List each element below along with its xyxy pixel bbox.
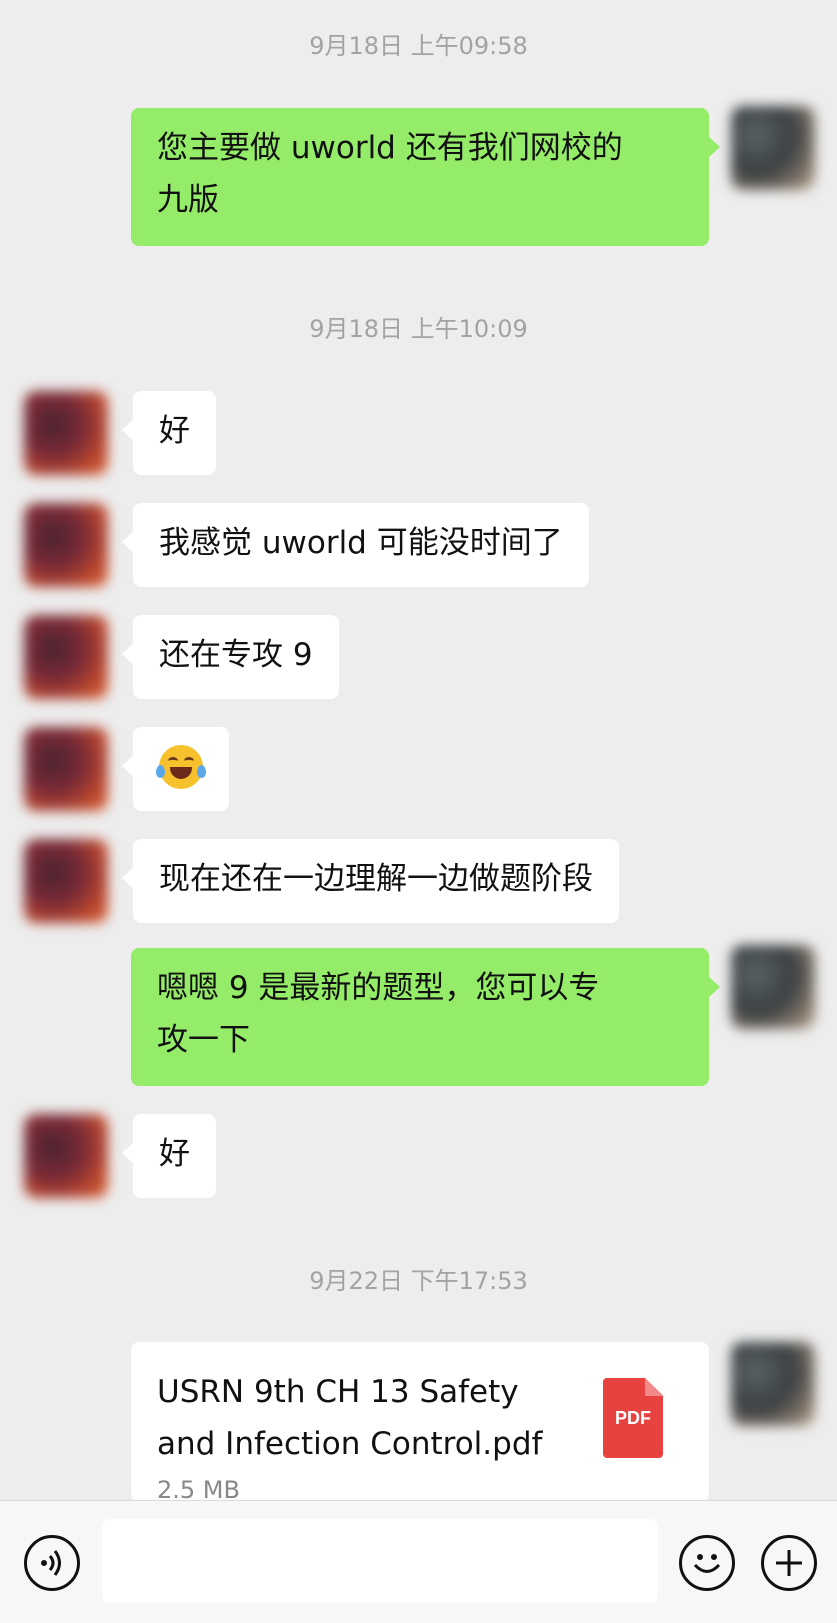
outgoing-message[interactable]: 您主要做 uworld 还有我们网校的 九版 [131, 108, 720, 246]
timestamp: 9月18日 上午09:58 [309, 32, 528, 60]
file-name: USRN 9th CH 13 Safety and Infection Cont… [157, 1366, 557, 1470]
incoming-message[interactable]: 还在专攻 9 [122, 615, 339, 699]
message-text-line: 您主要做 uworld 还有我们网校的 [157, 130, 623, 166]
my-avatar[interactable] [731, 945, 815, 1029]
my-avatar[interactable] [731, 1342, 815, 1426]
contact-avatar[interactable] [24, 727, 108, 811]
file-name-line: USRN 9th CH 13 Safety [157, 1374, 519, 1410]
incoming-message[interactable]: 好 [122, 1114, 216, 1198]
file-name-line: and Infection Control.pdf [157, 1426, 543, 1462]
timestamp: 9月22日 下午17:53 [309, 1267, 528, 1295]
my-avatar[interactable] [731, 106, 815, 190]
chat-input-bar [0, 1500, 837, 1623]
file-message[interactable]: USRN 9th CH 13 Safety and Infection Cont… [131, 1342, 709, 1502]
contact-avatar[interactable] [24, 615, 108, 699]
message-text: 好 [159, 413, 190, 449]
emoji-icon [693, 1554, 721, 1573]
more-options-button[interactable] [761, 1535, 817, 1591]
contact-avatar[interactable] [24, 839, 108, 923]
message-text-line: 攻一下 [157, 1022, 250, 1058]
voice-icon [41, 1550, 61, 1576]
incoming-message[interactable]: 现在还在一边理解一边做题阶段 [122, 839, 619, 923]
message-input[interactable] [102, 1519, 658, 1603]
outgoing-message[interactable]: 嗯嗯 9 是最新的题型，您可以专 攻一下 [131, 948, 720, 1086]
contact-avatar[interactable] [24, 503, 108, 587]
pdf-type-label: PDF [615, 1408, 651, 1428]
message-text-line: 嗯嗯 9 是最新的题型，您可以专 [157, 970, 600, 1006]
message-text: 我感觉 uworld 可能没时间了 [159, 525, 563, 561]
message-text-line: 九版 [157, 182, 219, 218]
contact-avatar[interactable] [24, 1114, 108, 1198]
file-size: 2.5 MB [157, 1476, 240, 1502]
emoji-button[interactable] [679, 1535, 735, 1591]
voice-input-button[interactable] [24, 1535, 80, 1591]
message-text: 还在专攻 9 [159, 637, 313, 673]
plus-icon [776, 1550, 802, 1576]
contact-avatar[interactable] [24, 391, 108, 475]
message-text: 好 [159, 1136, 190, 1172]
laughing-crying-emoji-icon [156, 744, 206, 789]
message-text: 现在还在一边理解一边做题阶段 [159, 861, 593, 897]
incoming-message[interactable]: 好 [122, 391, 216, 475]
incoming-message[interactable] [122, 727, 229, 811]
incoming-message[interactable]: 我感觉 uworld 可能没时间了 [122, 503, 589, 587]
timestamp: 9月18日 上午10:09 [309, 315, 528, 343]
